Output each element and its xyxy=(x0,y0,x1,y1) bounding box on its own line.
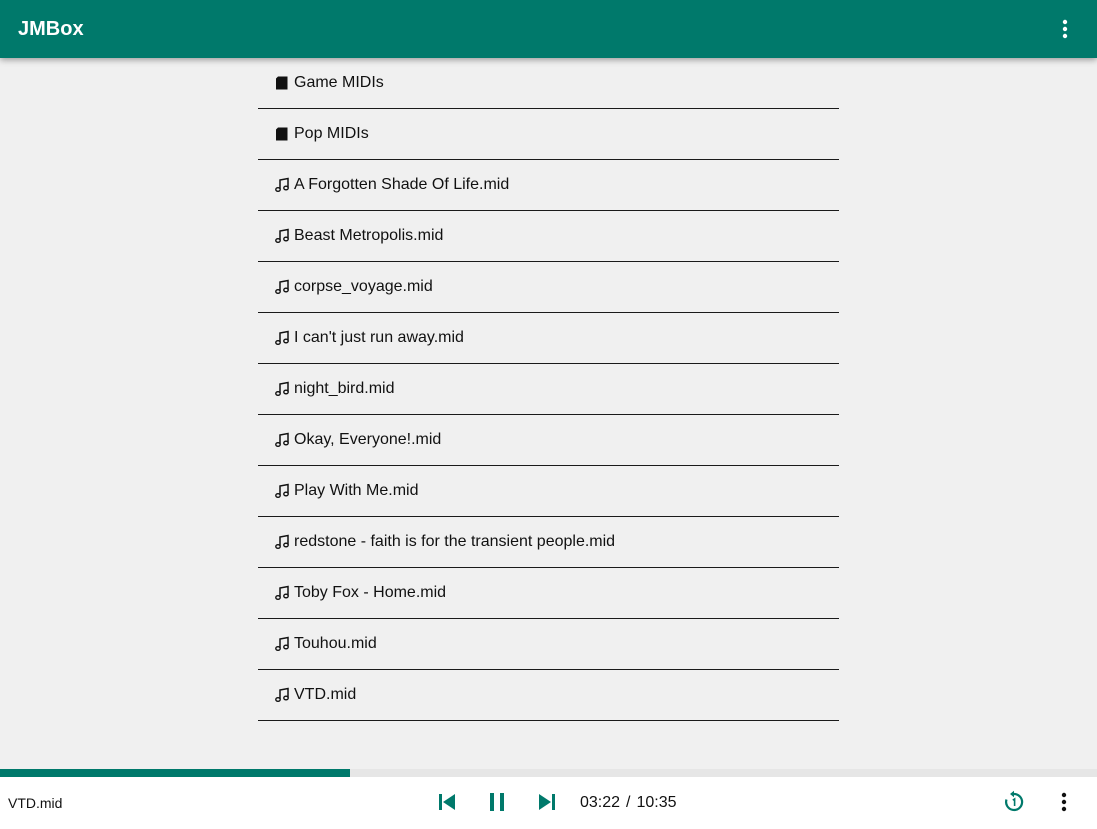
file-item[interactable]: redstone - faith is for the transient pe… xyxy=(258,517,839,568)
file-item-label: Beast Metropolis.mid xyxy=(294,227,444,244)
file-item-label: A Forgotten Shade Of Life.mid xyxy=(294,176,510,193)
file-item-label: I can't just run away.mid xyxy=(294,329,464,346)
file-item-label: Pop MIDIs xyxy=(294,125,369,142)
file-item-label: Play With Me.mid xyxy=(294,482,419,499)
music-note-icon xyxy=(274,432,290,448)
music-note-icon xyxy=(274,534,290,550)
folder-item[interactable]: Pop MIDIs xyxy=(258,109,839,160)
file-item-label: Touhou.mid xyxy=(294,635,377,652)
playback-progress-bar[interactable] xyxy=(0,769,1097,777)
folder-icon xyxy=(274,126,290,142)
file-item-label: corpse_voyage.mid xyxy=(294,278,433,295)
total-time: 10:35 xyxy=(636,794,677,811)
music-note-icon xyxy=(274,228,290,244)
file-item[interactable]: VTD.mid xyxy=(258,670,839,721)
folder-item[interactable]: Game MIDIs xyxy=(258,58,839,109)
app-bar: JMBox xyxy=(0,0,1097,58)
file-item[interactable]: Toby Fox - Home.mid xyxy=(258,568,839,619)
music-note-icon xyxy=(274,177,290,193)
file-item-label: VTD.mid xyxy=(294,686,357,703)
file-item[interactable]: Play With Me.mid xyxy=(258,466,839,517)
file-item-label: Toby Fox - Home.mid xyxy=(294,584,447,601)
file-item[interactable]: Touhou.mid xyxy=(258,619,839,670)
music-note-icon xyxy=(274,279,290,295)
more-vert-icon[interactable] xyxy=(1053,17,1077,41)
file-item-label: night_bird.mid xyxy=(294,380,395,397)
file-item[interactable]: I can't just run away.mid xyxy=(258,313,839,364)
file-item[interactable]: Beast Metropolis.mid xyxy=(258,211,839,262)
file-item[interactable]: night_bird.mid xyxy=(258,364,839,415)
app-root: JMBox Game MIDIs Pop MIDIs A Forgotten Sha… xyxy=(0,0,1097,829)
music-note-icon xyxy=(274,483,290,499)
pause-icon[interactable] xyxy=(485,790,509,814)
file-item[interactable]: A Forgotten Shade Of Life.mid xyxy=(258,160,839,211)
time-separator: / xyxy=(626,794,631,811)
player-more-vert-icon[interactable] xyxy=(1052,790,1076,814)
app-title: JMBox xyxy=(18,18,84,40)
file-item[interactable]: Okay, Everyone!.mid xyxy=(258,415,839,466)
now-playing-title: VTD.mid xyxy=(8,795,63,811)
playback-progress-fill xyxy=(0,769,350,777)
music-note-icon xyxy=(274,636,290,652)
folder-icon xyxy=(274,75,290,91)
replay-one-icon[interactable] xyxy=(1002,790,1026,814)
file-item-label: Okay, Everyone!.mid xyxy=(294,431,442,448)
music-note-icon xyxy=(274,330,290,346)
player-bar: VTD.mid 03:22 / 10:35 xyxy=(0,777,1097,829)
music-note-icon xyxy=(274,585,290,601)
file-item-label: Game MIDIs xyxy=(294,74,384,91)
current-time: 03:22 xyxy=(580,794,621,811)
music-note-icon xyxy=(274,381,290,397)
music-note-icon xyxy=(274,687,290,703)
playback-time: 03:22 / 10:35 xyxy=(580,793,677,813)
skip-previous-icon[interactable] xyxy=(435,790,459,814)
skip-next-icon[interactable] xyxy=(535,790,559,814)
file-list: Game MIDIs Pop MIDIs A Forgotten Shade Of … xyxy=(258,58,839,721)
file-item[interactable]: corpse_voyage.mid xyxy=(258,262,839,313)
file-item-label: redstone - faith is for the transient pe… xyxy=(294,533,616,550)
